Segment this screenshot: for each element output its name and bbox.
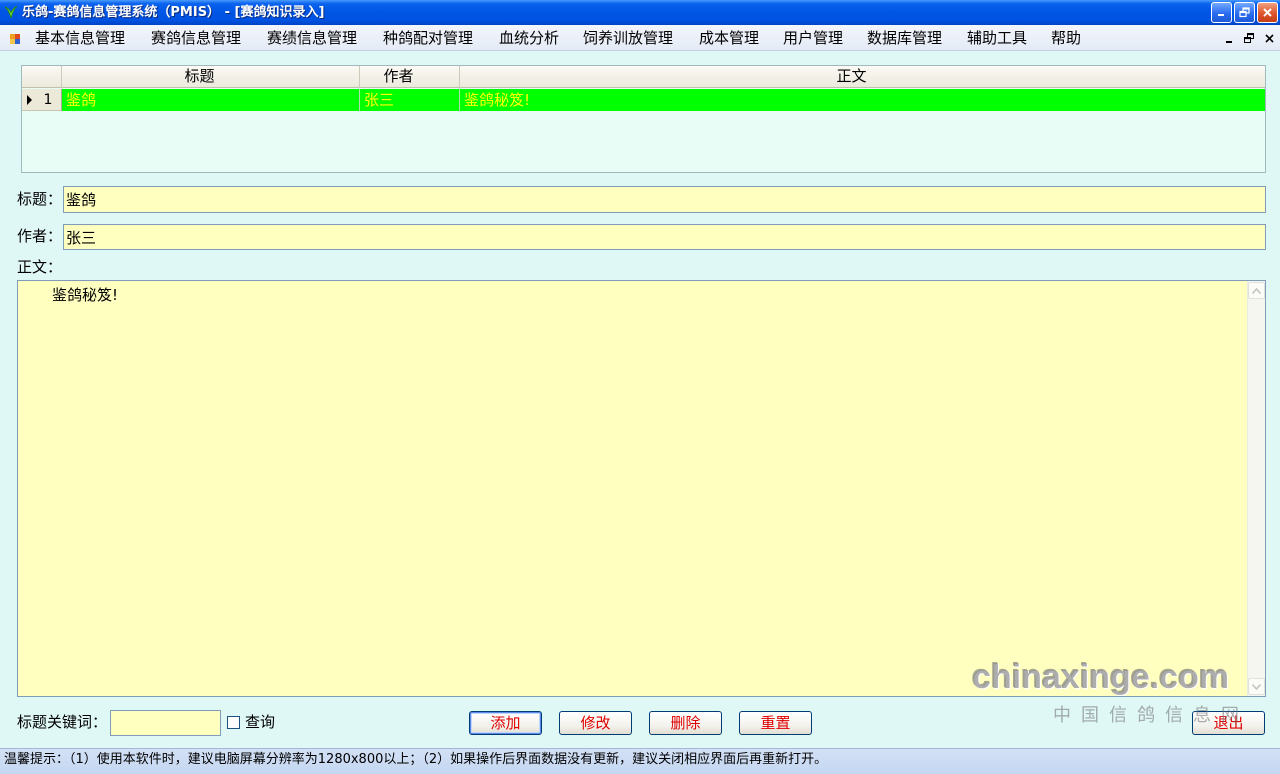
restore-button[interactable] [1234,2,1255,23]
mdi-close-icon[interactable] [1264,33,1275,44]
window-title: 乐鸽-赛鸽信息管理系统（PMIS） - [赛鸽知识录入] [22,5,325,20]
close-button[interactable] [1257,2,1278,23]
mdi-minimize-icon[interactable] [1224,33,1235,44]
status-tip: 温馨提示：（1）使用本软件时，建议电脑屏幕分辨率为1280x800以上；（2）如… [4,752,828,767]
reset-button[interactable]: 重置 [739,711,812,735]
grid-header-corner[interactable] [22,66,62,88]
current-row-arrow-icon [26,95,33,105]
knowledge-grid[interactable]: 标题 作者 正文 1 鉴鸽 张三 鉴鸽秘笈! [21,65,1266,173]
scroll-up-icon [1252,287,1261,294]
menu-items: 基本信息管理 赛鸽信息管理 赛绩信息管理 种鸽配对管理 血统分析 饲养训放管理 … [25,25,1093,51]
minimize-icon [1216,7,1227,18]
menu-tools[interactable]: 辅助工具 [957,25,1041,51]
row-index: 1 [43,92,53,108]
row-header[interactable]: 1 [22,89,62,111]
menu-pigeon-info[interactable]: 赛鸽信息管理 [141,25,257,51]
cell-author[interactable]: 张三 [360,89,460,111]
menu-help[interactable]: 帮助 [1041,25,1093,51]
body-scrollbar[interactable] [1247,281,1265,696]
scroll-up-button[interactable] [1248,282,1265,299]
query-label[interactable]: 查询 [245,710,275,734]
author-field[interactable] [63,224,1266,250]
grid-header: 标题 作者 正文 [22,66,1265,88]
keyword-search-input[interactable] [110,710,221,736]
menu-bar: 基本信息管理 赛鸽信息管理 赛绩信息管理 种鸽配对管理 血统分析 饲养训放管理 … [0,25,1280,51]
column-header-author[interactable]: 作者 [360,66,460,88]
pigeon-app-icon[interactable] [4,4,18,20]
menu-pedigree-analysis[interactable]: 血统分析 [489,25,573,51]
table-row[interactable]: 1 鉴鸽 张三 鉴鸽秘笈! [22,89,1265,111]
menu-feeding-training[interactable]: 饲养训放管理 [573,25,689,51]
scroll-down-button[interactable] [1248,678,1265,695]
keyword-label: 标题关键词： [17,713,108,731]
minimize-button[interactable] [1211,2,1232,23]
menu-basic-info[interactable]: 基本信息管理 [25,25,141,51]
add-button[interactable]: 添加 [469,711,542,735]
title-label: 标题： [17,190,63,208]
menu-cost-management[interactable]: 成本管理 [689,25,773,51]
restore-icon [1239,7,1250,18]
close-icon [1262,7,1273,18]
mdi-restore-icon[interactable] [1244,33,1255,44]
body-editor: 鉴鸽秘笈! [17,280,1266,697]
form-icon[interactable] [9,32,22,45]
menu-database-management[interactable]: 数据库管理 [857,25,957,51]
exit-button[interactable]: 退出 [1192,711,1265,735]
window-title-bar[interactable]: 乐鸽-赛鸽信息管理系统（PMIS） - [赛鸽知识录入] [0,0,1280,25]
column-header-title[interactable]: 标题 [62,66,360,88]
body-textarea[interactable]: 鉴鸽秘笈! [18,281,1247,696]
menu-race-results[interactable]: 赛绩信息管理 [257,25,373,51]
edit-button[interactable]: 修改 [559,711,632,735]
menu-breeding-pairs[interactable]: 种鸽配对管理 [373,25,489,51]
title-field[interactable] [63,186,1266,213]
body-label: 正文： [17,258,63,276]
scroll-down-icon [1252,683,1261,690]
menu-user-management[interactable]: 用户管理 [773,25,857,51]
column-header-body[interactable]: 正文 [460,66,1265,88]
author-label: 作者： [17,227,63,245]
status-bar: 温馨提示：（1）使用本软件时，建议电脑屏幕分辨率为1280x800以上；（2）如… [0,748,1280,774]
cell-title[interactable]: 鉴鸽 [62,89,360,111]
delete-button[interactable]: 删除 [649,711,722,735]
cell-body[interactable]: 鉴鸽秘笈! [460,89,1265,111]
query-checkbox[interactable] [227,716,240,729]
